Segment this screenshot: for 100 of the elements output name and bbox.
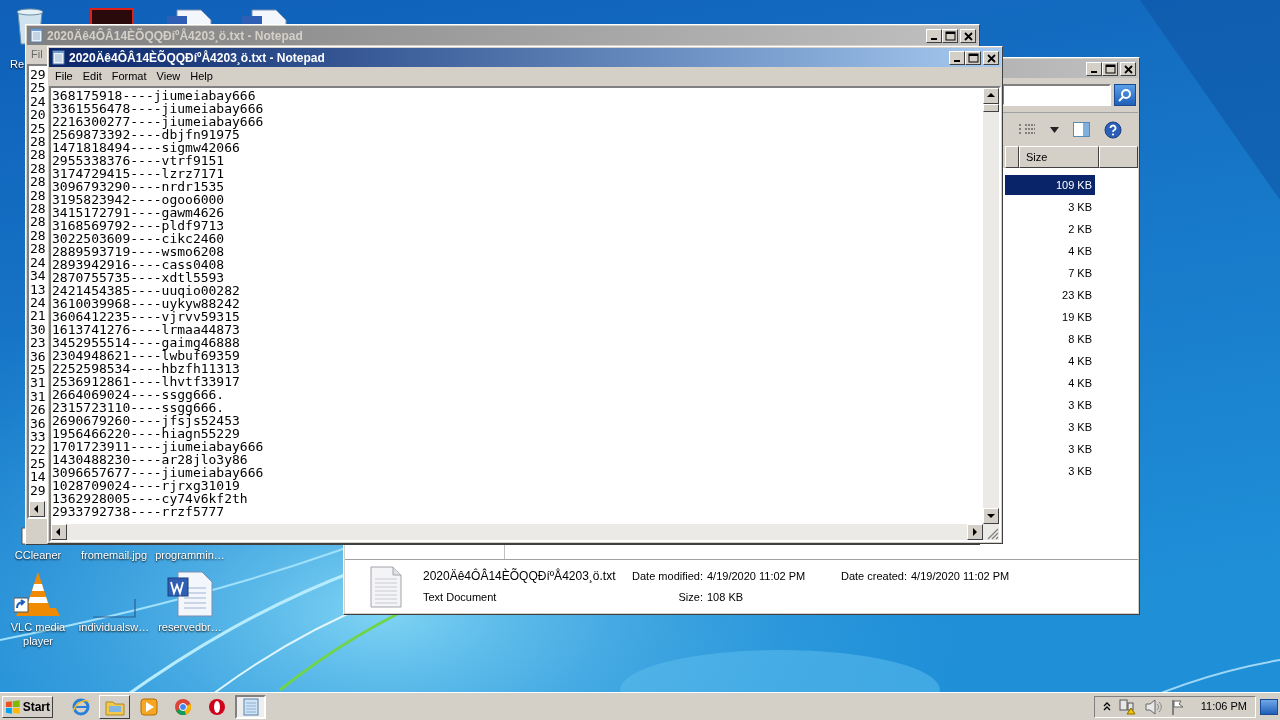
file-size: 8 KB xyxy=(1068,331,1092,347)
minimize-button[interactable] xyxy=(949,50,965,65)
file-row[interactable]: 3 KB xyxy=(1005,417,1095,437)
search-field[interactable] xyxy=(1002,84,1111,106)
text-line: 3096793290----nrdr1535 xyxy=(52,180,225,193)
maximize-button[interactable] xyxy=(1102,61,1118,76)
scroll-thumb[interactable] xyxy=(983,104,999,112)
menu-item[interactable]: Edit xyxy=(78,68,106,85)
preview-pane-icon[interactable] xyxy=(1073,122,1090,137)
text-line: 20 xyxy=(30,108,46,122)
maximize-icon xyxy=(943,29,957,42)
text-line: 1430488230----ar28jlo3y86 xyxy=(52,453,248,466)
text-line: 2933792738----rrzf5777 xyxy=(52,505,225,518)
close-button[interactable] xyxy=(983,50,999,65)
text-line: 28 xyxy=(30,215,46,229)
scroll-arrow-button[interactable] xyxy=(29,501,45,517)
text-line: 1701723911----jiumeiabay666 xyxy=(52,440,264,453)
text-line: 26 xyxy=(30,403,46,417)
text-line: 1956466220----hiagn55229 xyxy=(52,427,240,440)
text-line: 28 xyxy=(30,161,46,176)
column-header[interactable] xyxy=(1099,146,1138,168)
text-line: 25 xyxy=(30,362,46,377)
play-icon xyxy=(139,697,158,716)
file-row[interactable]: 23 KB xyxy=(1005,285,1095,305)
scroll-arrow-button[interactable] xyxy=(983,508,999,524)
file-row[interactable]: 3 KB xyxy=(1005,197,1095,217)
menu-item[interactable]: View xyxy=(152,68,185,85)
text-line: 2304948621----lwbuf69359 xyxy=(52,349,240,362)
menu-item[interactable]: Help xyxy=(186,68,217,85)
maximize-button[interactable] xyxy=(965,50,981,65)
file-size: 3 KB xyxy=(1068,419,1092,435)
file-row[interactable]: 7 KB xyxy=(1005,263,1095,283)
minimize-button[interactable] xyxy=(1086,61,1102,76)
close-button[interactable] xyxy=(1120,61,1136,76)
scroll-arrow-button[interactable] xyxy=(967,524,983,540)
text-line: 3606412235----vjrvv59315 xyxy=(52,310,240,323)
search-button[interactable] xyxy=(1114,84,1136,106)
file-row[interactable]: 3 KB xyxy=(1005,439,1095,459)
text-line: 24 xyxy=(30,295,46,310)
close-icon xyxy=(1121,62,1135,75)
text-line: 28 xyxy=(30,135,46,149)
text-line: 36 xyxy=(30,416,46,430)
maximize-icon xyxy=(966,51,980,64)
windows-logo xyxy=(5,699,21,714)
file-row[interactable]: 3 KB xyxy=(1005,395,1095,415)
chrome-icon xyxy=(173,697,192,716)
scroll-arrow-button[interactable] xyxy=(51,524,67,540)
text-line: 13 xyxy=(30,282,46,296)
file-row[interactable]: 19 KB xyxy=(1005,307,1095,327)
file-row[interactable]: 2 KB xyxy=(1005,219,1095,239)
text-line: 28 xyxy=(30,242,46,256)
menu-item[interactable]: File xyxy=(51,68,77,85)
caret-icon[interactable] xyxy=(1050,126,1059,133)
network-warning-icon[interactable] xyxy=(1118,698,1137,715)
traffic-cone-icon xyxy=(14,570,62,618)
file-size: 7 KB xyxy=(1068,265,1092,281)
text-line: 34 xyxy=(30,269,46,283)
menu-item[interactable]: Fil xyxy=(31,46,43,63)
text-line: 28 xyxy=(30,148,46,162)
file-name: 2020Äê4ÔÂ14ÈÕQQÐíºÅ4203¸ö.txt xyxy=(423,567,617,586)
file-row[interactable]: 8 KB xyxy=(1005,329,1095,349)
file-row[interactable]: 109 KB xyxy=(1005,175,1095,195)
file-row[interactable]: 4 KB xyxy=(1005,351,1095,371)
text-line: 24 xyxy=(30,94,46,109)
minimize-icon xyxy=(931,38,937,40)
list-view-icon[interactable] xyxy=(1018,122,1036,137)
file-row[interactable]: 4 KB xyxy=(1005,241,1095,261)
file-row[interactable]: 3 KB xyxy=(1005,461,1095,481)
scroll-arrow-button[interactable] xyxy=(983,88,999,104)
notepad-icon xyxy=(241,696,260,717)
column-header[interactable] xyxy=(1005,146,1019,168)
text-line: 22 xyxy=(30,443,46,457)
window-title: 2020Äê4ÔÂ14ÈÕQQÐíºÅ4203¸ö.txt - Notepad xyxy=(47,27,303,45)
file-size: 4 KB xyxy=(1068,353,1092,369)
desktop-icon-label[interactable]: Re xyxy=(10,56,25,73)
help-icon[interactable] xyxy=(1104,120,1122,139)
text-line: 368175918----jiumeiabay666 xyxy=(52,89,256,102)
field-value: 4/19/2020 11:02 PM xyxy=(911,569,1010,584)
browser-e-icon xyxy=(70,696,91,717)
text-line: 29 xyxy=(30,483,46,497)
text-line: 1471818494----sigmw42066 xyxy=(52,141,240,154)
field-value: 4/19/2020 11:02 PM xyxy=(707,569,807,584)
minimize-button[interactable] xyxy=(926,28,942,43)
file-row[interactable]: 4 KB xyxy=(1005,373,1095,393)
show-desktop-button[interactable] xyxy=(1260,698,1278,715)
chevron-up-icon[interactable] xyxy=(1102,702,1111,711)
start-button[interactable]: Start xyxy=(2,695,53,718)
speaker-icon[interactable] xyxy=(1144,698,1163,715)
text-line: 2536912861----lhvtf33917 xyxy=(52,375,240,388)
maximize-button[interactable] xyxy=(942,28,958,43)
text-line: 2421454385----uuqio00282 xyxy=(52,284,240,297)
file-size: 109 KB xyxy=(1055,177,1092,193)
file-size: 19 KB xyxy=(1062,309,1092,325)
text-line: 3096657677----jiumeiabay666 xyxy=(52,466,264,479)
text-line: 28 xyxy=(30,202,46,216)
text-line: 1028709024----rjrxg31019 xyxy=(52,479,240,492)
column-header[interactable]: Size xyxy=(1019,146,1099,168)
close-button[interactable] xyxy=(960,28,976,43)
text-line: 3174729415----lzrz7171 xyxy=(52,167,225,180)
menu-item[interactable]: Format xyxy=(107,68,151,85)
